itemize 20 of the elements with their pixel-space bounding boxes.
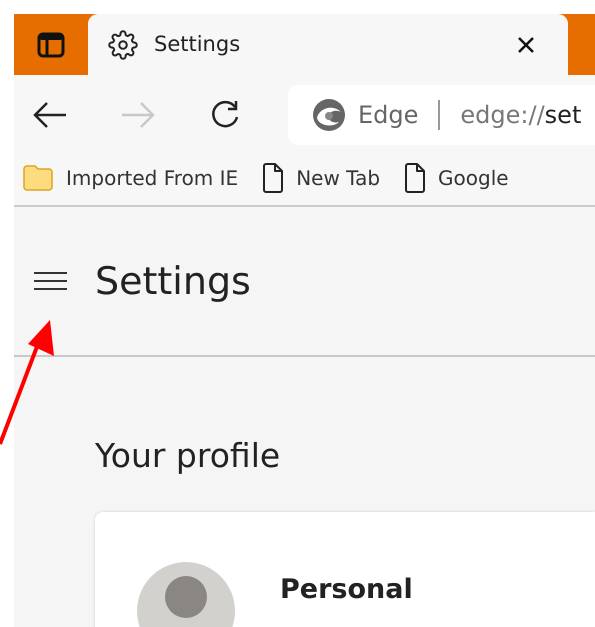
back-arrow-icon[interactable] bbox=[32, 100, 68, 130]
browser-tab[interactable]: Settings bbox=[88, 14, 568, 75]
gear-icon bbox=[108, 30, 138, 60]
menu-icon[interactable] bbox=[34, 271, 67, 291]
favorite-link[interactable]: Google bbox=[438, 163, 509, 193]
url-text: edge://set bbox=[460, 100, 582, 131]
tab-title: Settings bbox=[154, 30, 242, 58]
page-title: Settings bbox=[95, 262, 251, 300]
tab-panel-icon[interactable] bbox=[37, 30, 65, 58]
site-label: Edge bbox=[358, 100, 418, 131]
favorite-link[interactable]: New Tab bbox=[296, 163, 380, 193]
address-bar[interactable]: Edge edge://set bbox=[288, 85, 595, 145]
folder-icon bbox=[22, 164, 54, 192]
profile-name: Personal bbox=[280, 576, 413, 607]
page-icon bbox=[262, 163, 284, 193]
section-title: Your profile bbox=[95, 439, 282, 472]
favorite-link[interactable]: Imported From IE bbox=[66, 163, 238, 193]
edge-logo-icon bbox=[312, 98, 346, 132]
page-icon bbox=[404, 163, 426, 193]
close-icon[interactable] bbox=[516, 34, 536, 54]
